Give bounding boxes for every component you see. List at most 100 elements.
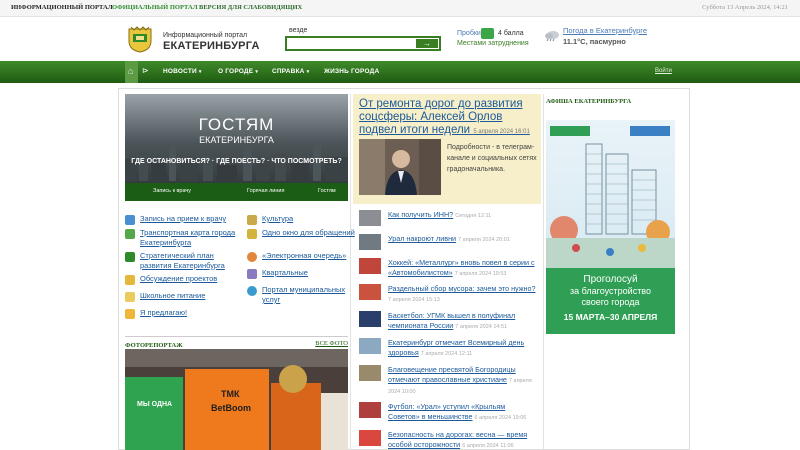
featured-news-title[interactable]: От ремонта дорог до развития соцсферы: А… bbox=[359, 98, 539, 139]
current-date: Суббота 13 Апрель 2024, 14:21 bbox=[702, 4, 788, 11]
afisha-line-2: за благоустройство bbox=[570, 286, 651, 296]
news-title[interactable]: Благовещение пресвятой Богородицы отмеча… bbox=[388, 365, 516, 384]
traffic-light-icon bbox=[481, 28, 494, 39]
site-header: Информационный портал ЕКАТЕРИНБУРГА везд… bbox=[0, 17, 800, 61]
nav-item-city-life[interactable]: ЖИЗНЬ ГОРОДА bbox=[324, 68, 379, 75]
photo-jerseys-image bbox=[125, 349, 348, 450]
clock-icon bbox=[247, 252, 257, 262]
featured-date: 5 апреля 2024 16:01 bbox=[473, 129, 530, 135]
photo-report-title: ФОТОРЕПОРТАЖ bbox=[125, 342, 183, 349]
guests-banner[interactable]: ГОСТЯМ ЕКАТЕРИНБУРГА ГДЕ ОСТАНОВИТЬСЯ? ·… bbox=[125, 94, 348, 201]
afisha-line-1: Проголосуй bbox=[583, 274, 638, 285]
featured-photo[interactable] bbox=[359, 139, 441, 195]
service-e-queue[interactable]: «Электронная очередь» bbox=[247, 251, 362, 262]
news-title[interactable]: Как получить ИНН? bbox=[388, 210, 453, 219]
all-photos-link[interactable]: ВСЕ ФОТО bbox=[315, 340, 348, 347]
photo-report-image[interactable]: ТМК BetBoom МЫ ОДНА bbox=[125, 349, 348, 450]
service-school-meals[interactable]: Школьное питание bbox=[125, 291, 240, 302]
tab-info-portal[interactable]: ИНФОРМАЦИОННЫЙ ПОРТАЛ bbox=[11, 4, 113, 11]
nav-item-label: О ГОРОДЕ bbox=[218, 68, 254, 75]
sitemap-icon[interactable]: ⊳ bbox=[142, 66, 149, 75]
lightbulb-icon bbox=[125, 309, 135, 319]
jersey-text-betboom: BetBoom bbox=[211, 403, 251, 413]
home-icon: ⌂ bbox=[128, 66, 134, 76]
afisha-illustration bbox=[546, 126, 675, 270]
service-district-officers[interactable]: Квартальные bbox=[247, 268, 362, 279]
logo-subtitle: Информационный портал bbox=[163, 32, 248, 39]
banner-link-guests[interactable]: Гостям bbox=[318, 188, 336, 194]
plan-icon bbox=[125, 252, 135, 262]
banner-link-hotline[interactable]: Горячая линия bbox=[247, 188, 284, 194]
service-label: Одно окно для обращений bbox=[262, 228, 355, 237]
news-date: 7 апреля 2024 12:11 bbox=[420, 351, 473, 357]
jersey-text-tmk: ТМК bbox=[221, 389, 240, 399]
culture-icon bbox=[247, 215, 257, 225]
traffic-score: 4 балла bbox=[498, 30, 524, 37]
nav-item-about-city[interactable]: О ГОРОДЕ ▾ bbox=[218, 68, 258, 75]
featured-person-image bbox=[359, 139, 441, 195]
chevron-down-icon: ▾ bbox=[255, 69, 259, 75]
people-icon bbox=[247, 269, 257, 279]
service-label: Портал муниципальных услуг bbox=[262, 285, 346, 304]
meal-icon bbox=[125, 292, 135, 302]
service-label: Квартальные bbox=[262, 268, 308, 277]
search-button[interactable]: → bbox=[416, 39, 438, 48]
tab-impaired-version[interactable]: ВЕРСИЯ ДЛЯ СЛАБОВИДЯЩИХ bbox=[199, 4, 302, 11]
banner-links-bar: Запись к врачу Горячая линия Гостям bbox=[125, 183, 348, 201]
service-label: Запись на прием к врачу bbox=[140, 214, 227, 223]
news-date: 7 апреля 2024 20:01 bbox=[458, 237, 510, 243]
service-label: Культура bbox=[262, 214, 294, 223]
afisha-line-3: своего города bbox=[581, 297, 640, 307]
photo-report-header: ФОТОРЕПОРТАЖ ВСЕ ФОТО bbox=[125, 336, 348, 349]
service-i-propose[interactable]: Я предлагаю! bbox=[125, 308, 240, 319]
search-input[interactable] bbox=[289, 39, 417, 49]
news-thumbnail bbox=[359, 258, 381, 274]
bus-icon bbox=[125, 229, 135, 239]
tab-official-portal[interactable]: ОФИЦИАЛЬНЫЙ ПОРТАЛ bbox=[112, 4, 198, 11]
service-strategic-plan[interactable]: Стратегический план развития Екатеринбур… bbox=[125, 251, 240, 271]
traffic-link[interactable]: Пробки bbox=[457, 30, 481, 37]
banner-title: ГОСТЯМ bbox=[198, 115, 275, 134]
service-transport-card[interactable]: Транспортная карта города Екатеринбурга bbox=[125, 228, 240, 248]
banner-questions: ГДЕ ОСТАНОВИТЬСЯ? · ГДЕ ПОЕСТЬ? · ЧТО ПО… bbox=[131, 158, 342, 165]
news-thumbnail bbox=[359, 430, 381, 446]
service-projects[interactable]: Обсуждение проектов bbox=[125, 274, 240, 285]
banner-link-doctor[interactable]: Запись к врачу bbox=[153, 188, 191, 194]
news-thumbnail bbox=[359, 365, 381, 381]
search-scope[interactable]: везде bbox=[289, 27, 307, 34]
afisha-banner[interactable]: Проголосуй за благоустройство своего гор… bbox=[546, 120, 675, 334]
login-link[interactable]: Войти bbox=[655, 68, 672, 74]
top-strip: ИНФОРМАЦИОННЫЙ ПОРТАЛ ОФИЦИАЛЬНЫЙ ПОРТАЛ… bbox=[0, 0, 800, 17]
news-date: 6 апреля 2024 19:06 bbox=[474, 415, 527, 421]
cloud-icon bbox=[544, 29, 560, 42]
nav-item-news[interactable]: НОВОСТИ ▾ bbox=[163, 68, 202, 75]
news-thumbnail bbox=[359, 311, 381, 327]
afisha-vote-block: Проголосуй за благоустройство своего гор… bbox=[546, 268, 675, 334]
nav-item-label: СПРАВКА bbox=[272, 68, 305, 75]
nav-item-reference[interactable]: СПРАВКА ▾ bbox=[272, 68, 309, 75]
news-title[interactable]: Урал накроют ливни bbox=[388, 234, 456, 243]
service-label: Стратегический план развития Екатеринбур… bbox=[140, 251, 225, 270]
chevron-down-icon: ▾ bbox=[306, 69, 310, 75]
service-label: Школьное питание bbox=[140, 291, 206, 300]
news-title[interactable]: Раздельный сбор мусора: зачем это нужно? bbox=[388, 284, 536, 293]
service-label: «Электронная очередь» bbox=[262, 251, 347, 260]
service-label: Обсуждение проектов bbox=[140, 274, 218, 283]
news-date: 7 апреля 2024 14:51 bbox=[455, 324, 508, 330]
service-culture[interactable]: Культура bbox=[247, 214, 362, 225]
portal-icon bbox=[247, 286, 257, 296]
service-doctor[interactable]: Запись на прием к врачу bbox=[125, 214, 240, 225]
weather-link[interactable]: Погода в Екатеринбурге bbox=[563, 26, 647, 35]
service-municipal-portal[interactable]: Портал муниципальных услуг bbox=[247, 285, 362, 305]
news-thumbnail bbox=[359, 284, 381, 300]
chevron-down-icon: ▾ bbox=[198, 69, 202, 75]
featured-news: От ремонта дорог до развития соцсферы: А… bbox=[353, 94, 541, 204]
service-label: Я предлагаю! bbox=[140, 308, 188, 317]
afisha-header[interactable]: АФИША ЕКАТЕРИНБУРГА bbox=[546, 98, 631, 105]
service-one-window[interactable]: Одно окно для обращений bbox=[247, 228, 362, 239]
logo-title[interactable]: ЕКАТЕРИНБУРГА bbox=[163, 40, 260, 52]
news-date: 7 апреля 2024 15:13 bbox=[388, 297, 440, 303]
city-crest-logo[interactable] bbox=[125, 25, 155, 53]
news-date: 7 апреля 2024 19:53 bbox=[454, 271, 507, 277]
nav-home-button[interactable]: ⌂ bbox=[125, 61, 138, 83]
